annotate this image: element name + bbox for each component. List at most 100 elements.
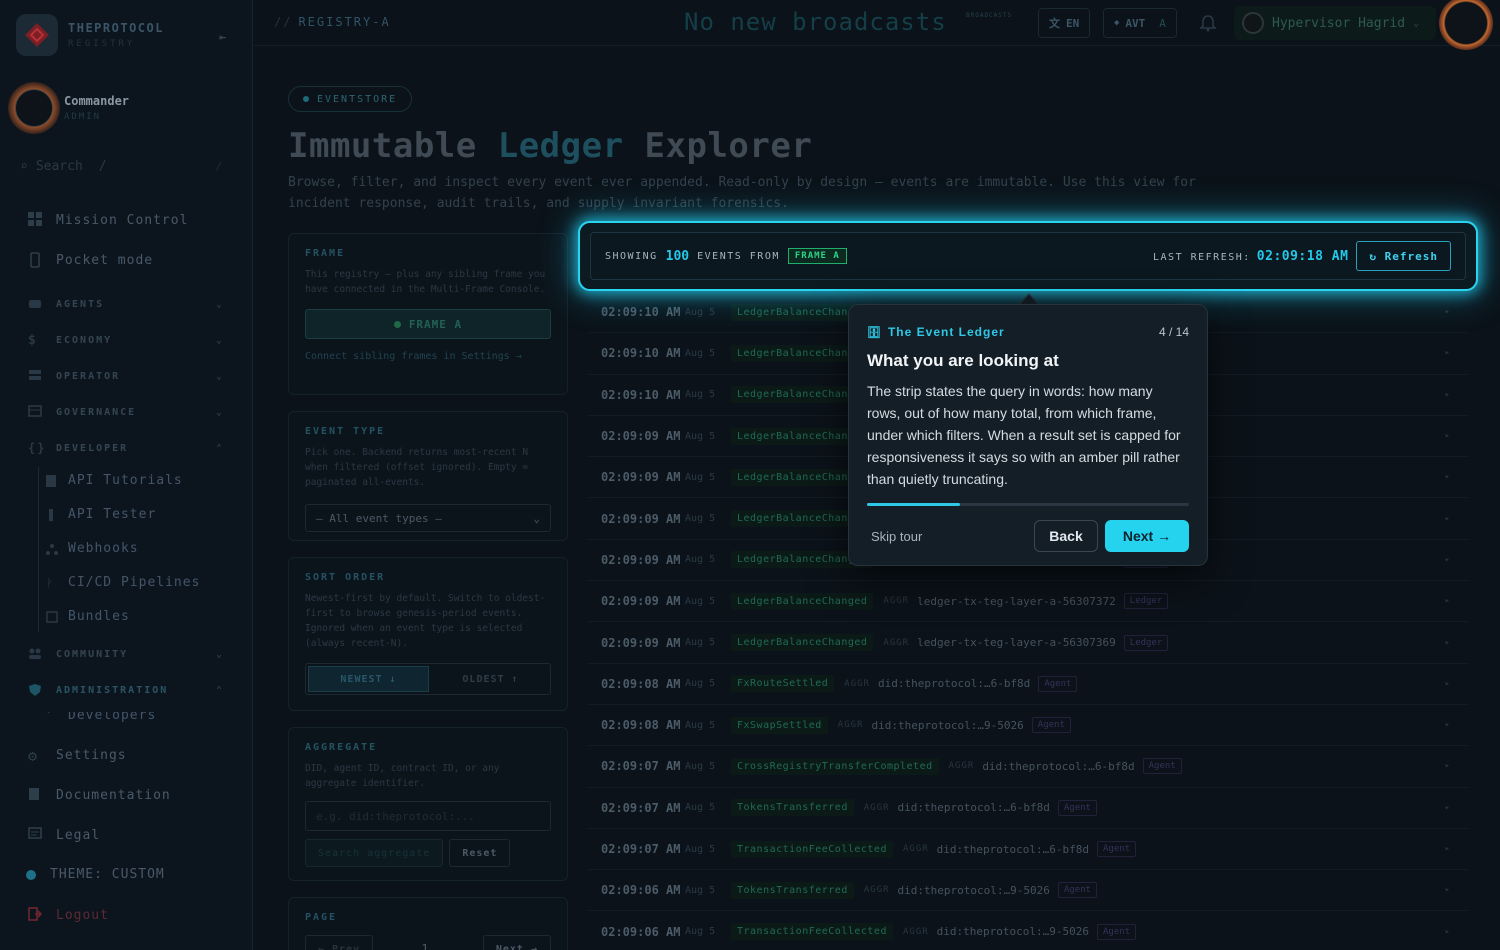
nav-api-tester[interactable]: API Tester: [46, 507, 156, 522]
last-refresh-time: 02:09:18 AM: [1256, 248, 1349, 264]
expand-arrow-icon[interactable]: ▸: [1445, 431, 1450, 441]
language-button[interactable]: 文 EN: [1038, 8, 1091, 38]
table-row[interactable]: 02:09:08 AM Aug 5 FxRouteSettled AGGR did:th…: [588, 664, 1468, 705]
search-aggregate-button[interactable]: Search aggregate: [305, 839, 444, 867]
avatar: [8, 82, 60, 134]
table-row[interactable]: 02:09:09 AM Aug 5 LedgerBalanceChanged AGGR…: [588, 622, 1468, 664]
avt-button[interactable]: ◆ AVT A: [1103, 8, 1177, 38]
aggregate-id: ledger-tx-teg-layer-a-56307372: [917, 594, 1116, 608]
aggregate-kind-badge: Ledger: [1123, 593, 1169, 610]
refresh-button[interactable]: ↻ Refresh: [1356, 241, 1451, 271]
user-menu[interactable]: Hypervisor Hagrid ⌄: [1234, 6, 1436, 40]
collapse-sidebar-icon[interactable]: ⇤: [219, 30, 226, 44]
back-button[interactable]: Back: [1034, 520, 1098, 552]
panel-title: SORT ORDER: [305, 572, 386, 583]
expand-arrow-icon[interactable]: ▸: [1445, 472, 1450, 482]
reset-button[interactable]: Reset: [449, 839, 511, 867]
settings-link[interactable]: Connect sibling frames in Settings →: [305, 351, 551, 362]
nav-developers-partial[interactable]: • Developers: [46, 712, 156, 722]
expand-arrow-icon[interactable]: ▸: [1445, 348, 1450, 358]
expand-arrow-icon[interactable]: ▸: [1445, 720, 1450, 730]
expand-arrow-icon[interactable]: ▸: [1445, 596, 1450, 606]
broadcast-ticker[interactable]: No new broadcasts: [684, 8, 947, 36]
nav-label: Bundles: [68, 609, 130, 624]
expand-arrow-icon[interactable]: ▸: [1445, 761, 1450, 771]
sort-toggle: NEWEST ↓ OLDEST ↑: [305, 663, 551, 695]
expand-arrow-icon[interactable]: ▸: [1445, 514, 1450, 524]
table-row[interactable]: 02:09:07 AM Aug 5 CrossRegistryTransferCom…: [588, 746, 1468, 788]
breadcrumb[interactable]: // REGISTRY-A: [274, 15, 391, 29]
theme-toggle[interactable]: THEME: CUSTOM: [26, 867, 226, 882]
event-type-badge: LedgerBalanceChanged: [731, 592, 874, 610]
brand[interactable]: THEPROTOCOL REGISTRY: [16, 14, 164, 56]
next-button[interactable]: Next →: [1105, 520, 1189, 552]
expand-arrow-icon[interactable]: ▸: [1445, 844, 1450, 854]
expand-arrow-icon[interactable]: ▸: [1445, 307, 1450, 317]
table-row[interactable]: 02:09:06 AM Aug 5 TokensTransferred AGGR did…: [588, 870, 1468, 912]
prev-page-button[interactable]: ← Prev: [305, 935, 374, 950]
table-row[interactable]: 02:09:07 AM Aug 5 TransactionFeeCollected A…: [588, 829, 1468, 871]
theme-label: THEME: CUSTOM: [50, 867, 165, 882]
nav-group-label: AGENTS: [56, 298, 105, 310]
table-row[interactable]: 02:09:07 AM Aug 5 TokensTransferred AGGR did…: [588, 788, 1468, 829]
nav-settings[interactable]: ⚙ Settings: [28, 747, 228, 765]
event-time: 02:09:07 AM: [601, 800, 681, 815]
aggregate-input[interactable]: e.g. did:theprotocol:...: [305, 801, 551, 831]
expand-arrow-icon[interactable]: ▸: [1445, 555, 1450, 565]
skip-tour-button[interactable]: Skip tour: [871, 529, 922, 544]
nav-group-governance[interactable]: GOVERNANCE ⌄: [28, 405, 228, 419]
query-summary-strip: SHOWING 100 EVENTS FROM FRAME A LAST REF…: [590, 232, 1466, 280]
nav-ci-cd-pipelines[interactable]: ᚹ CI/CD Pipelines: [46, 575, 200, 590]
title-part: Explorer: [644, 126, 813, 166]
profile-avatar[interactable]: [1439, 0, 1493, 50]
event-type-select[interactable]: — All event types — ⌄: [305, 504, 551, 532]
expand-arrow-icon[interactable]: ▸: [1445, 885, 1450, 895]
database-icon: 🗄: [867, 326, 882, 339]
shield-icon: [28, 683, 44, 697]
bell-icon[interactable]: [1199, 14, 1217, 36]
nav-group-developer[interactable]: {} DEVELOPER ⌃: [28, 441, 228, 455]
expand-arrow-icon[interactable]: ▸: [1445, 803, 1450, 813]
search-placeholder: Search: [35, 158, 83, 174]
nav-legal[interactable]: Legal: [28, 827, 228, 843]
next-page-button[interactable]: Next →: [482, 935, 551, 950]
expand-arrow-icon[interactable]: ▸: [1445, 679, 1450, 689]
nav-pocket-mode[interactable]: Pocket mode: [28, 252, 228, 268]
event-date: Aug 5: [685, 389, 716, 401]
table-row[interactable]: 02:09:09 AM Aug 5 LedgerBalanceChanged AGGR…: [588, 581, 1468, 623]
nav-group-administration[interactable]: ADMINISTRATION ⌃: [28, 683, 228, 697]
nav-bundles[interactable]: Bundles: [46, 609, 130, 624]
nav-logout[interactable]: Logout: [28, 907, 228, 923]
nav-documentation[interactable]: Documentation: [28, 787, 228, 803]
search-input[interactable]: ⌕ Search / /: [20, 154, 232, 178]
chevron-down-icon: ⌄: [215, 370, 224, 382]
expand-arrow-icon[interactable]: ▸: [1445, 927, 1450, 937]
event-date: Aug 5: [685, 802, 716, 814]
nav-webhooks[interactable]: Webhooks: [46, 541, 139, 556]
nav-group-community[interactable]: COMMUNITY ⌄: [28, 647, 228, 661]
nav-group-economy[interactable]: $ ECONOMY ⌄: [28, 333, 228, 348]
showing-label: SHOWING: [605, 250, 658, 262]
expand-arrow-icon[interactable]: ▸: [1445, 390, 1450, 400]
expand-arrow-icon[interactable]: ▸: [1445, 638, 1450, 648]
nav-mission-control[interactable]: Mission Control: [28, 212, 228, 228]
frame-a-button[interactable]: FRAME A: [305, 309, 551, 339]
event-date: Aug 5: [685, 513, 716, 525]
aggr-label: AGGR: [902, 926, 929, 937]
nav-label: Mission Control: [56, 212, 189, 228]
section-pill: EVENTSTORE: [288, 86, 413, 112]
aggregate-id: did:theprotocol:…6-bf8d: [936, 842, 1089, 856]
title-accent: Ledger: [497, 126, 624, 166]
nav-api-tutorials[interactable]: API Tutorials: [46, 473, 183, 488]
sort-oldest-button[interactable]: OLDEST ↑: [431, 664, 550, 694]
dollar-icon: $: [28, 333, 38, 348]
chevron-down-icon: ⌄: [215, 406, 224, 418]
user-card[interactable]: Commander ADMIN: [8, 82, 129, 134]
table-row[interactable]: 02:09:08 AM Aug 5 FxSwapSettled AGGR did:the…: [588, 705, 1468, 747]
server-icon: [28, 369, 44, 383]
nav-group-operator[interactable]: OPERATOR ⌄: [28, 369, 228, 383]
sort-newest-button[interactable]: NEWEST ↓: [308, 666, 429, 692]
table-row[interactable]: 02:09:06 AM Aug 5 TransactionFeeCollected A…: [588, 911, 1468, 950]
nav-group-agents[interactable]: AGENTS ⌄: [28, 297, 228, 311]
gear-icon: ⚙: [28, 747, 39, 765]
